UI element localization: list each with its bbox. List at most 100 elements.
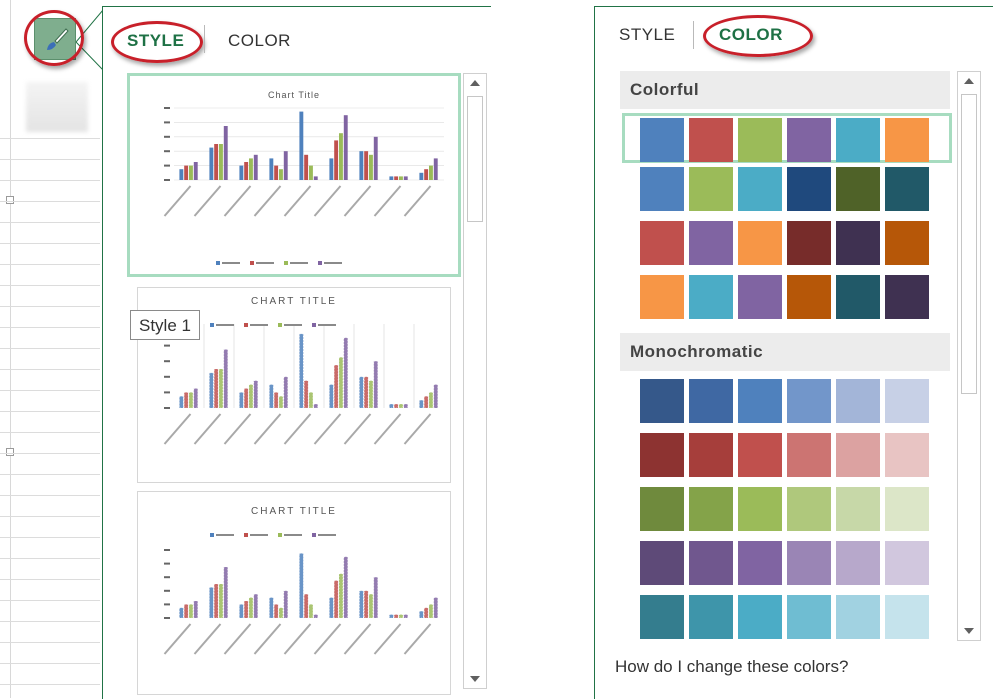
preview-bar: [419, 400, 424, 408]
axis-tick: [164, 549, 170, 551]
category-label-glyph: [373, 185, 402, 217]
legend-swatch: [278, 323, 282, 327]
category-label-glyph: [283, 623, 312, 655]
preview-bar: [219, 144, 223, 180]
preview-bar: [283, 151, 288, 180]
legend-swatch: [284, 261, 288, 265]
scroll-down-button[interactable]: [958, 620, 980, 640]
axis-tick: [164, 179, 170, 181]
scroll-up-button[interactable]: [958, 72, 980, 92]
color-palette-option[interactable]: [622, 113, 952, 163]
color-swatch: [738, 167, 782, 211]
axis-tick: [164, 164, 170, 167]
tab-color[interactable]: COLOR: [228, 31, 291, 51]
chart-resize-handle[interactable]: [6, 196, 14, 204]
preview-bar: [219, 369, 223, 408]
color-swatch: [689, 541, 733, 585]
chart-resize-handle[interactable]: [6, 448, 14, 456]
color-swatch: [640, 487, 684, 531]
scroll-up-button[interactable]: [464, 74, 486, 94]
color-swatch: [640, 118, 684, 162]
thumbnail-chart-preview: [163, 107, 444, 265]
preview-bar: [419, 611, 424, 618]
help-link[interactable]: How do I change these colors?: [615, 657, 848, 677]
row-gridline: [0, 684, 100, 685]
tab-divider: [204, 25, 205, 53]
category-label-glyph: [403, 413, 432, 445]
row-gridline: [0, 411, 100, 412]
preview-bar: [399, 614, 403, 618]
preview-bar: [283, 590, 288, 618]
row-gridline: [0, 306, 100, 307]
color-swatch: [738, 541, 782, 585]
preview-bar: [399, 176, 403, 180]
annotation-circle: [703, 15, 813, 57]
preview-bar: [189, 165, 193, 180]
color-swatch: [836, 595, 880, 639]
color-panel-scrollbar[interactable]: [957, 71, 981, 641]
category-label-glyph: [313, 413, 342, 445]
axis-tick: [164, 589, 170, 592]
color-swatch: [738, 221, 782, 265]
axis-tick: [164, 360, 170, 363]
category-label-glyph: [373, 413, 402, 445]
preview-bar: [364, 590, 369, 618]
preview-bar: [299, 553, 304, 618]
preview-bar: [343, 115, 348, 180]
section-title: Monochromatic: [630, 342, 764, 361]
color-swatch: [885, 595, 929, 639]
preview-bar: [313, 404, 318, 408]
style-panel-scrollbar[interactable]: [463, 73, 487, 689]
chart-filters-button[interactable]: [26, 82, 88, 132]
color-swatch: [738, 487, 782, 531]
preview-bar: [219, 584, 223, 618]
preview-bar: [193, 601, 198, 618]
category-label-glyph: [283, 413, 312, 445]
annotation-circle: [111, 21, 203, 63]
preview-bar: [369, 154, 373, 180]
preview-bar: [329, 158, 334, 180]
preview-bar: [309, 604, 313, 618]
preview-bar: [274, 392, 279, 408]
color-swatch: [640, 221, 684, 265]
row-gridline: [0, 285, 100, 286]
row-gridline: [0, 222, 100, 223]
chart-style-thumbnail[interactable]: Chart Title: [127, 73, 461, 277]
row-gridline: [0, 390, 100, 391]
preview-bar: [239, 392, 244, 408]
color-swatch: [787, 541, 831, 585]
color-swatch: [836, 379, 880, 423]
preview-bar: [269, 158, 274, 180]
preview-bar: [214, 584, 219, 618]
preview-bar: [343, 556, 348, 618]
preview-bar: [339, 133, 343, 180]
row-gridline: [0, 558, 100, 559]
color-swatch: [738, 433, 782, 477]
color-swatch: [836, 541, 880, 585]
color-swatch: [836, 433, 880, 477]
row-gridline: [0, 180, 100, 181]
scroll-thumb[interactable]: [467, 96, 483, 222]
preview-bar: [299, 333, 304, 408]
preview-bar: [403, 614, 408, 618]
preview-bar: [249, 384, 253, 408]
tab-style[interactable]: STYLE: [619, 25, 675, 45]
category-label-glyph: [253, 185, 282, 217]
preview-bar: [269, 384, 274, 408]
preview-bar: [403, 404, 408, 408]
style-tooltip: Style 1: [130, 310, 200, 340]
preview-bar: [334, 140, 339, 180]
scroll-thumb[interactable]: [961, 94, 977, 394]
preview-bar: [239, 604, 244, 618]
axis-tick: [164, 576, 170, 579]
color-swatch: [836, 118, 880, 162]
axis-tick: [164, 135, 170, 138]
preview-bar: [274, 165, 279, 180]
preview-bar: [283, 376, 288, 408]
color-swatch: [787, 167, 831, 211]
preview-bar: [373, 361, 378, 408]
chart-style-thumbnail[interactable]: CHART TITLE: [137, 491, 451, 695]
preview-bar: [279, 607, 283, 618]
scroll-down-button[interactable]: [464, 668, 486, 688]
row-gridline: [0, 432, 100, 433]
